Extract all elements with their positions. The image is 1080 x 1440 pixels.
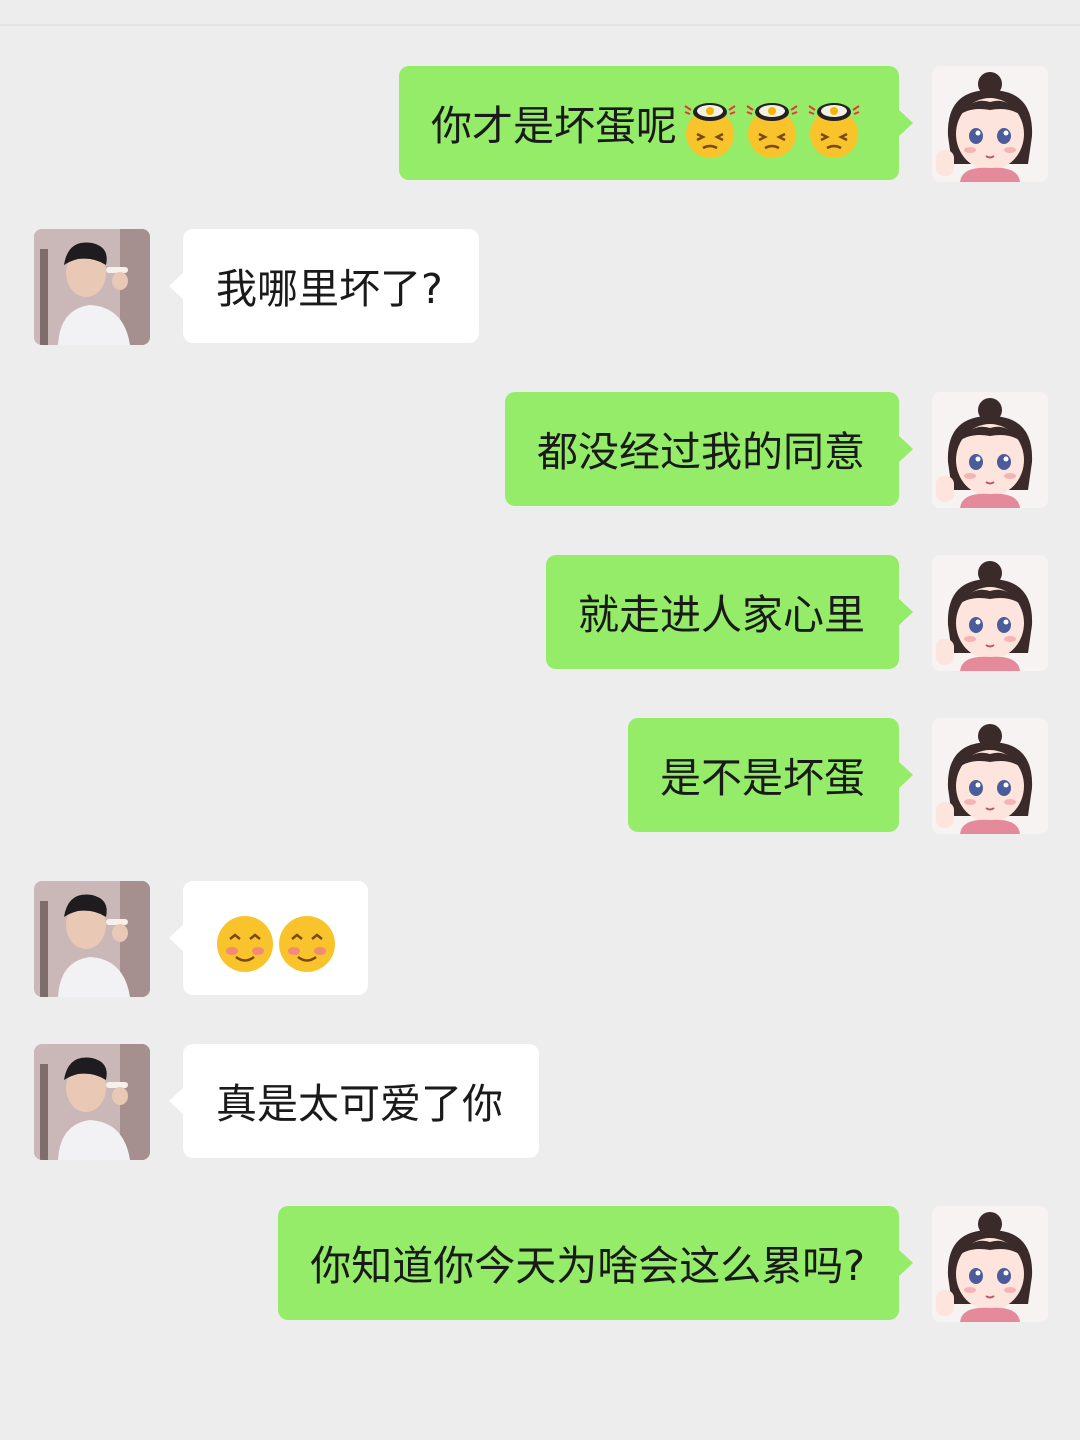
fried-egg-face-emoji (741, 98, 803, 160)
girl-avatar-icon[interactable] (932, 392, 1048, 508)
girl-avatar-icon[interactable] (932, 66, 1048, 182)
message-text: 是不是坏蛋 (660, 754, 865, 802)
shy-smile-emoji (276, 913, 338, 975)
girl-avatar-icon[interactable] (932, 1206, 1048, 1322)
other-message-bubble[interactable] (169, 881, 368, 995)
other-message-bubble[interactable]: 真是太可爱了你 (169, 1044, 539, 1158)
my-message-bubble[interactable]: 都没经过我的同意 (505, 392, 913, 506)
man-avatar-icon[interactable] (34, 229, 150, 345)
message-text: 你知道你今天为啥会这么累吗? (310, 1242, 865, 1290)
message-text: 都没经过我的同意 (537, 428, 865, 476)
my-message-bubble[interactable]: 你知道你今天为啥会这么累吗? (278, 1206, 913, 1320)
girl-avatar-icon[interactable] (932, 718, 1048, 834)
man-avatar-icon[interactable] (34, 881, 150, 997)
message-text: 你才是坏蛋呢 (431, 102, 677, 150)
message-text: 我哪里坏了? (216, 265, 443, 313)
my-message-bubble[interactable]: 你才是坏蛋呢 (399, 66, 913, 180)
fried-egg-face-emoji (803, 98, 865, 160)
my-message-bubble[interactable]: 是不是坏蛋 (628, 718, 913, 832)
girl-avatar-icon[interactable] (932, 555, 1048, 671)
message-text: 真是太可爱了你 (216, 1080, 503, 1128)
my-message-bubble[interactable]: 就走进人家心里 (546, 555, 913, 669)
man-avatar-icon[interactable] (34, 1044, 150, 1160)
fried-egg-face-emoji (679, 98, 741, 160)
top-divider (0, 24, 1080, 26)
message-text: 就走进人家心里 (578, 591, 865, 639)
shy-smile-emoji (214, 913, 276, 975)
other-message-bubble[interactable]: 我哪里坏了? (169, 229, 479, 343)
